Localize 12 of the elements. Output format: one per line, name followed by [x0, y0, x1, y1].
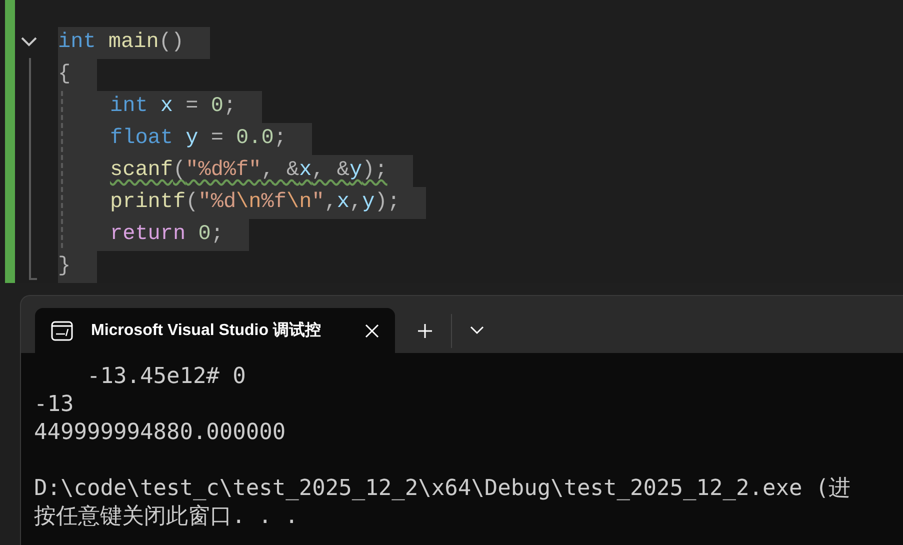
chevron-down-icon[interactable] — [470, 326, 484, 335]
console-output-line: 按任意键关闭此窗口. . . — [34, 504, 298, 529]
console-output-line: 449999994880.000000 — [34, 420, 286, 445]
close-icon[interactable] — [365, 324, 379, 338]
terminal-icon — [51, 320, 73, 340]
console-output-line: D:\code\test_c\test_2025_12_2\x64\Debug\test_2025_12_2.exe (进 — [34, 476, 851, 501]
chevron-icon[interactable] — [20, 36, 38, 48]
plus-icon[interactable] — [417, 322, 433, 338]
tab-title: Microsoft Visual Studio 调试控 — [91, 320, 321, 340]
terminal-tab[interactable]: Microsoft Visual Studio 调试控 — [35, 308, 395, 353]
console-output-line: -13.45e12# 0 — [86, 364, 246, 389]
console-output-line: -13 — [34, 392, 74, 417]
